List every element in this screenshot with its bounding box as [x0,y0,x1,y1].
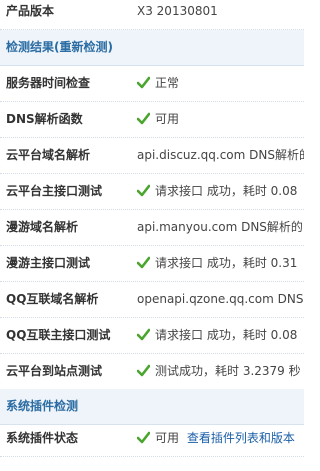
check-icon [137,184,150,197]
manyou-domain-row: 漫游域名解析 api.manyou.com DNS解析的 [0,210,304,246]
manyou-api-label: 漫游主接口测试 [6,256,91,270]
manyou-domain-value: api.manyou.com DNS解析的 [137,220,303,234]
cloud-api-value: 请求接口 成功，耗时 0.08 [155,184,298,198]
check-icon [137,256,150,269]
qq-api-row: QQ互联主接口测试 请求接口 成功，耗时 0.08 [0,318,304,354]
check-icon [137,364,150,377]
plugin-status-value: 可用 [155,431,180,445]
manyou-api-value: 请求接口 成功，耗时 0.31 [155,256,298,270]
cloud-api-row: 云平台主接口测试 请求接口 成功，耗时 0.08 [0,174,304,210]
qq-api-value: 请求接口 成功，耗时 0.08 [155,328,298,342]
qq-domain-label: QQ互联域名解析 [6,292,99,306]
qq-domain-value: openapi.qzone.qq.com DNS [137,292,304,306]
manyou-api-row: 漫游主接口测试 请求接口 成功，耗时 0.31 [0,246,304,282]
product-version-label: 产品版本 [6,4,55,18]
plugin-status-value-cell: 可用 查看插件列表和版本 [137,421,304,456]
cloud-site-value: 测试成功，耗时 3.2379 秒 [155,364,301,378]
dns-func-value: 可用 [155,112,180,126]
plugin-status-label: 系统插件状态 [6,431,79,445]
manyou-api-value-cell: 请求接口 成功，耗时 0.31 [137,246,304,281]
check-icon [137,431,150,444]
plugin-check-section-header: 系统插件检测 [0,389,304,425]
cloud-site-row: 云平台到站点测试 测试成功，耗时 3.2379 秒 [0,354,304,390]
check-results-section-header: 检测结果(重新检测) [0,30,304,66]
dns-func-row: DNS解析函数 可用 [0,102,304,138]
dns-func-value-cell: 可用 [137,102,304,137]
cloud-api-label: 云平台主接口测试 [6,184,103,198]
plugin-check-title: 系统插件检测 [6,399,79,413]
product-version-value: X3 20130801 [137,4,218,18]
cloud-domain-label: 云平台域名解析 [6,148,91,162]
check-icon [137,112,150,125]
check-results-title[interactable]: 检测结果(重新检测) [6,30,113,65]
qq-domain-row: QQ互联域名解析 openapi.qzone.qq.com DNS [0,282,304,318]
product-version-row: 产品版本 X3 20130801 [0,0,304,30]
check-icon [137,328,150,341]
qq-api-value-cell: 请求接口 成功，耗时 0.08 [137,318,304,353]
server-time-row: 服务器时间检查 正常 [0,66,304,102]
server-time-value-cell: 正常 [137,66,304,101]
check-icon [137,76,150,89]
cloud-domain-value: api.discuz.qq.com DNS解析的 [137,148,304,162]
cloud-api-value-cell: 请求接口 成功，耗时 0.08 [137,174,304,209]
server-time-label: 服务器时间检查 [6,76,91,90]
manyou-domain-label: 漫游域名解析 [6,220,79,234]
cloud-domain-row: 云平台域名解析 api.discuz.qq.com DNS解析的 [0,138,304,174]
cloud-site-value-cell: 测试成功，耗时 3.2379 秒 [137,354,304,389]
dns-func-label: DNS解析函数 [6,112,83,126]
plugin-status-row: 系统插件状态 可用 查看插件列表和版本 [0,421,304,457]
cloud-site-label: 云平台到站点测试 [6,364,103,378]
server-time-value: 正常 [155,76,180,90]
qq-api-label: QQ互联主接口测试 [6,328,111,342]
plugin-list-link[interactable]: 查看插件列表和版本 [187,431,295,445]
